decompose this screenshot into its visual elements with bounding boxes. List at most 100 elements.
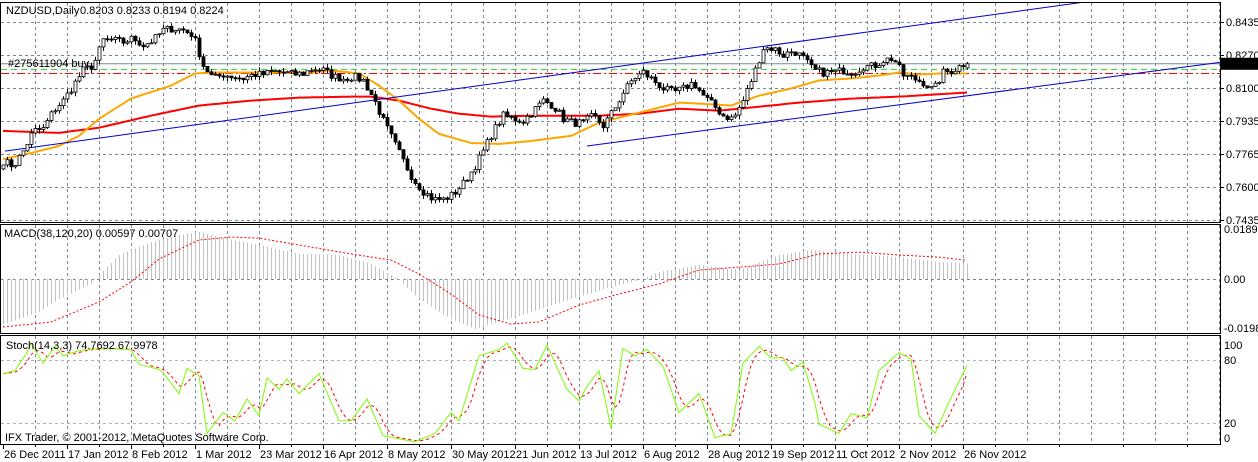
macd-panel[interactable]: [2, 232, 968, 330]
candle[interactable]: [489, 137, 494, 143]
candle[interactable]: [833, 69, 838, 76]
candle[interactable]: [825, 68, 830, 80]
candle[interactable]: [409, 166, 414, 183]
candle[interactable]: [333, 71, 338, 82]
candle[interactable]: [357, 72, 362, 83]
candle[interactable]: [753, 65, 758, 82]
candle[interactable]: [61, 96, 66, 109]
candle[interactable]: [561, 107, 566, 124]
candle[interactable]: [653, 74, 658, 86]
candle[interactable]: [353, 72, 358, 81]
candle[interactable]: [505, 108, 510, 118]
candle[interactable]: [793, 51, 798, 57]
candle[interactable]: [105, 35, 110, 42]
candle[interactable]: [749, 78, 754, 91]
candle[interactable]: [785, 48, 790, 62]
candle[interactable]: [337, 73, 342, 82]
candle[interactable]: [725, 114, 730, 122]
candle[interactable]: [485, 137, 490, 153]
candle[interactable]: [745, 84, 750, 105]
candle[interactable]: [841, 64, 846, 75]
candle[interactable]: [169, 23, 174, 33]
candle[interactable]: [93, 56, 98, 71]
candle[interactable]: [9, 157, 14, 172]
candle[interactable]: [661, 83, 666, 94]
candle[interactable]: [457, 186, 462, 198]
candle[interactable]: [265, 69, 270, 76]
candle[interactable]: [933, 80, 938, 87]
candle[interactable]: [649, 74, 654, 80]
candle[interactable]: [349, 78, 354, 83]
candle[interactable]: [417, 182, 422, 191]
candle[interactable]: [801, 50, 806, 57]
candle[interactable]: [405, 155, 410, 172]
candle[interactable]: [177, 28, 182, 34]
candle[interactable]: [41, 123, 46, 133]
candle[interactable]: [533, 106, 538, 118]
candle[interactable]: [589, 110, 594, 119]
candle[interactable]: [21, 150, 26, 158]
candle[interactable]: [709, 93, 714, 101]
candle[interactable]: [481, 146, 486, 156]
candle[interactable]: [257, 67, 262, 81]
candle[interactable]: [385, 113, 390, 130]
candle[interactable]: [673, 85, 678, 93]
candle[interactable]: [453, 189, 458, 198]
candle[interactable]: [237, 75, 242, 82]
candle[interactable]: [693, 79, 698, 89]
candle[interactable]: [493, 121, 498, 141]
candle[interactable]: [185, 29, 190, 35]
candle[interactable]: [873, 61, 878, 72]
candle[interactable]: [461, 176, 466, 190]
candle[interactable]: [537, 100, 542, 111]
price-panel[interactable]: [1, 0, 1220, 204]
candle[interactable]: [205, 65, 210, 73]
candle[interactable]: [637, 70, 642, 81]
candle[interactable]: [397, 140, 402, 151]
candle[interactable]: [477, 151, 482, 174]
candle[interactable]: [905, 74, 910, 81]
candle[interactable]: [117, 34, 122, 42]
candle[interactable]: [189, 29, 194, 41]
candle[interactable]: [229, 75, 234, 81]
candle[interactable]: [225, 74, 230, 82]
candle[interactable]: [17, 153, 22, 166]
candle[interactable]: [13, 165, 18, 169]
candle[interactable]: [369, 89, 374, 95]
candle[interactable]: [577, 118, 582, 129]
candle[interactable]: [285, 70, 290, 74]
candle[interactable]: [781, 50, 786, 58]
candle[interactable]: [689, 78, 694, 91]
candle[interactable]: [109, 35, 114, 42]
candle[interactable]: [233, 75, 238, 82]
candle[interactable]: [89, 62, 94, 74]
candle[interactable]: [389, 125, 394, 139]
candle[interactable]: [33, 125, 38, 135]
candle[interactable]: [173, 29, 178, 35]
candle[interactable]: [77, 72, 82, 83]
candle[interactable]: [73, 78, 78, 97]
candle[interactable]: [501, 110, 506, 128]
candle[interactable]: [209, 69, 214, 76]
candle[interactable]: [729, 114, 734, 122]
candle[interactable]: [465, 179, 470, 182]
candle[interactable]: [329, 65, 334, 82]
candle[interactable]: [757, 61, 762, 69]
candle[interactable]: [401, 149, 406, 163]
candle[interactable]: [581, 118, 586, 123]
candle[interactable]: [241, 77, 246, 84]
candle[interactable]: [901, 64, 906, 80]
candle[interactable]: [797, 52, 802, 60]
candle[interactable]: [557, 108, 562, 112]
candle[interactable]: [157, 33, 162, 38]
candle[interactable]: [361, 77, 366, 82]
candle[interactable]: [613, 107, 618, 112]
candle[interactable]: [645, 70, 650, 81]
candle[interactable]: [261, 70, 266, 78]
candle[interactable]: [813, 64, 818, 70]
candle[interactable]: [541, 96, 546, 105]
candle[interactable]: [425, 190, 430, 198]
candle[interactable]: [925, 85, 930, 89]
candle[interactable]: [809, 56, 814, 69]
candle[interactable]: [773, 47, 778, 54]
